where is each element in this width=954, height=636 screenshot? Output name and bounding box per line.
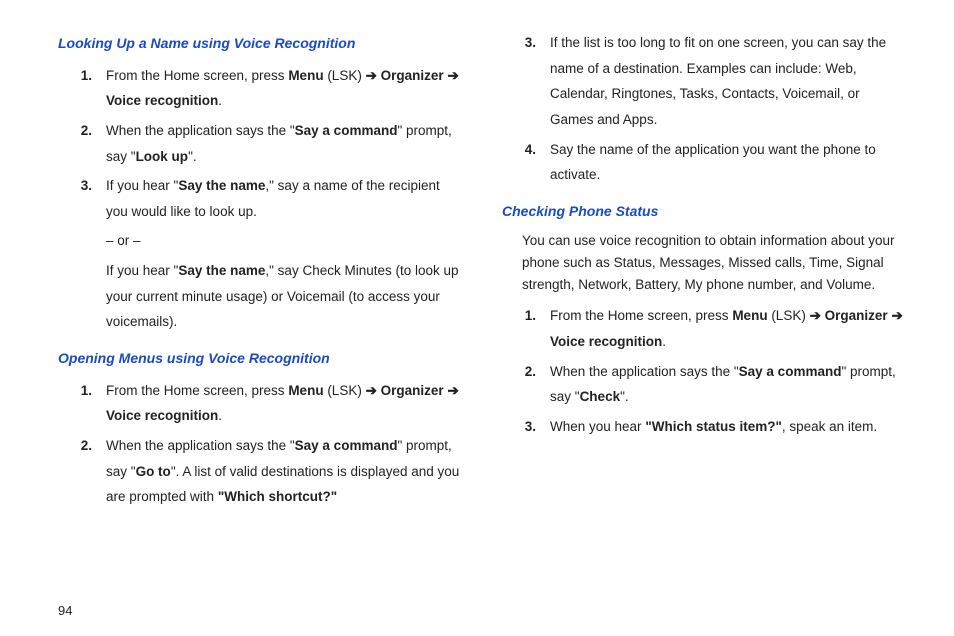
intro-paragraph: You can use voice recognition to obtain … — [522, 230, 906, 295]
list-number: 2. — [58, 118, 106, 169]
list-body: If you hear "Say the name," say a name o… — [106, 173, 462, 335]
list-looking-up: 1. From the Home screen, press Menu (LSK… — [58, 63, 462, 335]
list-body: If the list is too long to fit on one sc… — [550, 30, 906, 133]
list-item: 2. When the application says the "Say a … — [58, 433, 462, 510]
heading-looking-up: Looking Up a Name using Voice Recognitio… — [58, 30, 462, 57]
list-body: From the Home screen, press Menu (LSK) ➔… — [106, 63, 462, 114]
list-body: When the application says the "Say a com… — [106, 433, 462, 510]
list-number: 1. — [502, 303, 550, 354]
list-item: 1. From the Home screen, press Menu (LSK… — [502, 303, 906, 354]
list-body: When you hear "Which status item?", spea… — [550, 414, 906, 440]
list-number: 3. — [502, 414, 550, 440]
left-column: Looking Up a Name using Voice Recognitio… — [58, 30, 462, 514]
list-number: 3. — [58, 173, 106, 335]
list-item: 2. When the application says the "Say a … — [58, 118, 462, 169]
list-number: 1. — [58, 378, 106, 429]
heading-checking-status: Checking Phone Status — [502, 198, 906, 225]
list-number: 2. — [502, 359, 550, 410]
list-item: 3. If you hear "Say the name," say a nam… — [58, 173, 462, 335]
list-number: 3. — [502, 30, 550, 133]
list-body: From the Home screen, press Menu (LSK) ➔… — [106, 378, 462, 429]
list-item: 4. Say the name of the application you w… — [502, 137, 906, 188]
list-item: 2. When the application says the "Say a … — [502, 359, 906, 410]
list-number: 1. — [58, 63, 106, 114]
page-number: 94 — [58, 603, 72, 618]
list-body: Say the name of the application you want… — [550, 137, 906, 188]
list-item: 1. From the Home screen, press Menu (LSK… — [58, 378, 462, 429]
list-body: When the application says the "Say a com… — [550, 359, 906, 410]
list-body: From the Home screen, press Menu (LSK) ➔… — [550, 303, 906, 354]
list-item: 3. If the list is too long to fit on one… — [502, 30, 906, 133]
list-number: 2. — [58, 433, 106, 510]
list-item: 3. When you hear "Which status item?", s… — [502, 414, 906, 440]
or-divider: – or – — [106, 228, 462, 254]
list-number: 4. — [502, 137, 550, 188]
list-item: 1. From the Home screen, press Menu (LSK… — [58, 63, 462, 114]
right-column: 3. If the list is too long to fit on one… — [502, 30, 906, 514]
list-body: When the application says the "Say a com… — [106, 118, 462, 169]
list-opening-menus: 1. From the Home screen, press Menu (LSK… — [58, 378, 462, 510]
list-checking-status: 1. From the Home screen, press Menu (LSK… — [502, 303, 906, 439]
list-opening-menus-cont: 3. If the list is too long to fit on one… — [502, 30, 906, 188]
heading-opening-menus: Opening Menus using Voice Recognition — [58, 345, 462, 372]
